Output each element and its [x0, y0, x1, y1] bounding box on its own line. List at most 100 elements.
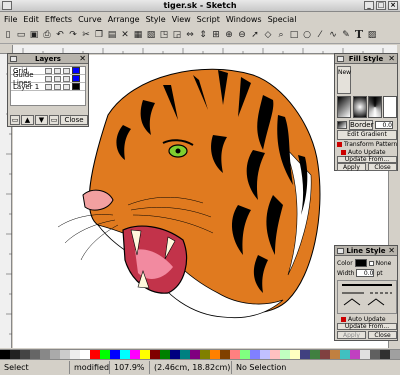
transform-pattern-label: Transform Pattern: [344, 141, 398, 148]
menu-style[interactable]: Style: [146, 15, 166, 24]
sketch-window: tiger.sk - Sketch _ □ × File Edit Effect…: [0, 0, 400, 375]
fill-apply-button[interactable]: Apply: [337, 163, 366, 171]
lock-toggle[interactable]: [54, 67, 61, 74]
new-file-icon[interactable]: ▯: [2, 28, 14, 42]
menu-special[interactable]: Special: [268, 15, 297, 24]
edit-points-icon[interactable]: ◇: [262, 28, 274, 42]
move-up-icon[interactable]: ▲: [21, 115, 34, 125]
line-close-button[interactable]: Close: [368, 331, 397, 339]
layers-close-button[interactable]: Close: [60, 115, 88, 125]
new-layer-icon[interactable]: ▭: [10, 115, 20, 125]
border-swatch: [337, 120, 347, 129]
menu-effects[interactable]: Effects: [45, 15, 72, 24]
menu-script[interactable]: Script: [197, 15, 220, 24]
visibility-toggle[interactable]: [45, 67, 52, 74]
zoom-out-icon[interactable]: ⊖: [236, 28, 248, 42]
rectangle-tool-icon[interactable]: □: [288, 28, 300, 42]
delete-icon[interactable]: ✕: [119, 28, 131, 42]
color-palette[interactable]: [0, 349, 400, 360]
menu-edit[interactable]: Edit: [23, 15, 39, 24]
new-style-button[interactable]: New: [337, 66, 351, 94]
ungroup-icon[interactable]: ▧: [145, 28, 157, 42]
group-icon[interactable]: ▦: [132, 28, 144, 42]
fill-panel-title: Fill Style: [348, 54, 384, 63]
border-input[interactable]: 0.0: [375, 120, 393, 129]
menu-arrange[interactable]: Arrange: [108, 15, 140, 24]
print-toggle[interactable]: [63, 67, 70, 74]
freehand-tool-icon[interactable]: ✎: [340, 28, 352, 42]
zoom-tool-icon[interactable]: ⌕: [275, 28, 287, 42]
pattern-fill-icon[interactable]: [383, 96, 397, 118]
conical-fill-icon[interactable]: [368, 96, 382, 118]
line-apply-button[interactable]: Apply: [337, 331, 366, 339]
print-toggle[interactable]: [63, 75, 70, 82]
line-update-from-button[interactable]: Update From...: [337, 323, 397, 330]
edit-gradient-button[interactable]: Edit Gradient: [337, 130, 397, 140]
panel-menu-icon[interactable]: [337, 56, 344, 62]
panel-menu-icon[interactable]: [10, 56, 17, 62]
none-checkbox[interactable]: [368, 260, 374, 266]
menu-file[interactable]: File: [4, 15, 17, 24]
copy-icon[interactable]: ❐: [93, 28, 105, 42]
close-window-button[interactable]: ×: [388, 1, 398, 10]
save-icon[interactable]: ▣: [28, 28, 40, 42]
window-menu-icon[interactable]: [2, 1, 12, 10]
undo-icon[interactable]: ↶: [54, 28, 66, 42]
back-icon[interactable]: ◲: [171, 28, 183, 42]
fill-panel-titlebar[interactable]: Fill Style ✕: [335, 54, 397, 64]
line-panel-titlebar[interactable]: Line Style ✕: [335, 246, 397, 256]
visibility-toggle[interactable]: [45, 75, 52, 82]
align-icon[interactable]: ⊞: [210, 28, 222, 42]
gradient-swatch[interactable]: [337, 96, 351, 118]
open-file-icon[interactable]: ▭: [15, 28, 27, 42]
fill-close-button[interactable]: Close: [368, 163, 397, 171]
menu-curve[interactable]: Curve: [78, 15, 102, 24]
maximize-button[interactable]: □: [376, 1, 386, 10]
polyline-tool-icon[interactable]: ⁄: [314, 28, 326, 42]
close-icon[interactable]: ✕: [388, 54, 395, 63]
cut-icon[interactable]: ✂: [80, 28, 92, 42]
transform-pattern-checkbox[interactable]: [337, 142, 342, 147]
line-cap-join-icons[interactable]: [338, 281, 396, 313]
redo-icon[interactable]: ↷: [67, 28, 79, 42]
width-input[interactable]: 0.0: [356, 269, 375, 277]
color-label: Color: [337, 259, 353, 267]
lock-toggle[interactable]: [54, 83, 61, 90]
visibility-toggle[interactable]: [45, 83, 52, 90]
auto-update-checkbox[interactable]: [341, 150, 346, 155]
line-auto-update-checkbox[interactable]: [341, 317, 346, 322]
layer-color-swatch[interactable]: [72, 75, 80, 82]
menu-view[interactable]: View: [172, 15, 191, 24]
bezier-tool-icon[interactable]: ∿: [327, 28, 339, 42]
print-icon[interactable]: ⎙: [41, 28, 53, 42]
line-auto-update-label: Auto Update: [348, 316, 386, 323]
zoom-in-icon[interactable]: ⊕: [223, 28, 235, 42]
front-icon[interactable]: ◳: [158, 28, 170, 42]
paste-icon[interactable]: ▤: [106, 28, 118, 42]
select-arrow-icon[interactable]: ➚: [249, 28, 261, 42]
fill-update-from-button[interactable]: Update From...: [337, 156, 397, 163]
layers-panel-titlebar[interactable]: Layers ✕: [8, 54, 88, 64]
lock-toggle[interactable]: [54, 75, 61, 82]
move-down-icon[interactable]: ▼: [35, 115, 48, 125]
panel-menu-icon[interactable]: [337, 248, 344, 254]
status-bar: Select modified 107.9% (2.46cm, 18.82cm)…: [0, 359, 400, 375]
layer-color-swatch[interactable]: [72, 67, 80, 74]
delete-layer-icon[interactable]: ▭: [49, 115, 59, 125]
close-icon[interactable]: ✕: [388, 246, 395, 255]
line-color-swatch[interactable]: [354, 259, 367, 267]
flip-h-icon[interactable]: ⇔: [184, 28, 196, 42]
flip-v-icon[interactable]: ⇕: [197, 28, 209, 42]
minimize-button[interactable]: _: [364, 1, 374, 10]
close-icon[interactable]: ✕: [79, 54, 86, 63]
radial-fill-icon[interactable]: [353, 96, 367, 118]
print-toggle[interactable]: [63, 83, 70, 90]
menu-windows[interactable]: Windows: [226, 15, 262, 24]
layer-color-swatch[interactable]: [72, 83, 80, 90]
border-label: Border: [349, 119, 374, 130]
ellipse-tool-icon[interactable]: ○: [301, 28, 313, 42]
text-tool-icon[interactable]: T: [353, 28, 365, 42]
menu-bar: File Edit Effects Curve Arrange Style Vi…: [0, 12, 400, 26]
image-tool-icon[interactable]: ▨: [366, 28, 378, 42]
layer-row[interactable]: Layer 1: [11, 83, 85, 91]
